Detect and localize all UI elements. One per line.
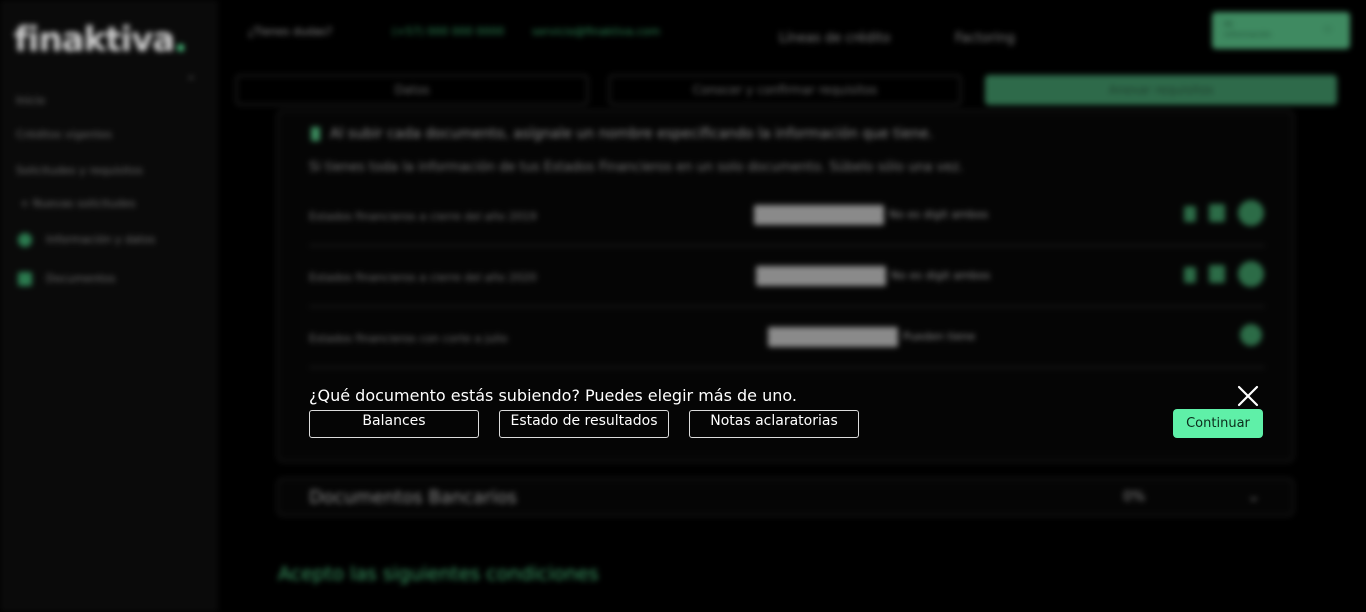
option-balances[interactable]: Balances	[309, 410, 479, 438]
sidebar-item-nuevas[interactable]: + Nuevas solicitudes	[20, 197, 136, 210]
file-chip	[756, 266, 886, 286]
background-app: finaktiva. ⌃ Inicio Créditos vigentes So…	[0, 0, 1366, 612]
file-chip	[768, 327, 898, 347]
sidebar: finaktiva. ⌃ Inicio Créditos vigentes So…	[0, 0, 218, 612]
sidebar-item-documentos[interactable]: Documentos	[18, 272, 115, 286]
document-row: Estados financieros a cierre del año 202…	[309, 257, 1265, 307]
upload-tip: Al subir cada documento, asígnale un nom…	[311, 126, 933, 142]
check-icon	[1238, 261, 1264, 287]
sidebar-item-creditos[interactable]: Créditos vigentes	[16, 128, 112, 141]
nav-lineas-credito[interactable]: Líneas de crédito	[779, 31, 890, 46]
download-icon[interactable]	[1184, 267, 1196, 283]
user-info-button[interactable]: Mi información ▢	[1212, 12, 1350, 49]
chevron-up-icon[interactable]: ⌃	[186, 74, 196, 88]
document-icon	[18, 272, 32, 286]
document-row: Estados financieros a cierre del año 201…	[309, 196, 1265, 246]
upload-icon[interactable]	[1240, 324, 1262, 346]
download-icon[interactable]	[1184, 206, 1196, 222]
bank-progress: 0%	[1123, 489, 1146, 505]
sidebar-item-informacion[interactable]: Información y datos	[18, 233, 155, 247]
logo: finaktiva.	[14, 20, 187, 60]
dialog-question: ¿Qué documento estás subiendo? Puedes el…	[309, 386, 797, 405]
trash-icon[interactable]	[1209, 204, 1225, 222]
tip-marker	[311, 127, 320, 141]
email-link[interactable]: servicio@finaktiva.com	[532, 25, 660, 38]
help-text: ¿Tienes dudas?	[248, 25, 333, 38]
document-row: Estados financieros con corte a julio Pu…	[309, 318, 1265, 368]
close-icon[interactable]	[1236, 384, 1260, 408]
step-anexar-requisitos[interactable]: Anexar requisitos	[985, 75, 1337, 105]
trash-icon[interactable]	[1209, 265, 1225, 283]
option-notas-aclaratorias[interactable]: Notas aclaratorias	[689, 410, 859, 438]
check-icon	[1238, 200, 1264, 226]
phone-link[interactable]: (+57) 000 000 0000	[392, 25, 504, 38]
accept-conditions-heading: Acepto las siguientes condiciones	[278, 563, 599, 585]
sidebar-item-inicio[interactable]: Inicio	[16, 94, 45, 107]
option-estado-resultados[interactable]: Estado de resultados	[499, 410, 669, 438]
sidebar-item-solicitudes[interactable]: Solicitudes y requisitos	[16, 164, 143, 177]
step-conocer-requisitos[interactable]: Conocer y confirmar requisitos	[609, 75, 961, 105]
bank-documents-card[interactable]: Documentos Bancarios 0% ⌄	[277, 478, 1294, 516]
user-icon: ▢	[1324, 24, 1332, 33]
nav-factoring[interactable]: Factoring	[955, 31, 1015, 46]
info-icon	[18, 233, 32, 247]
continue-button[interactable]: Continuar	[1173, 409, 1263, 438]
step-datos[interactable]: Datos	[236, 75, 588, 105]
file-chip	[754, 205, 884, 225]
upload-tip-secondary: Si tienes toda la información de tus Est…	[309, 160, 964, 175]
chevron-down-icon[interactable]: ⌄	[1247, 486, 1260, 505]
